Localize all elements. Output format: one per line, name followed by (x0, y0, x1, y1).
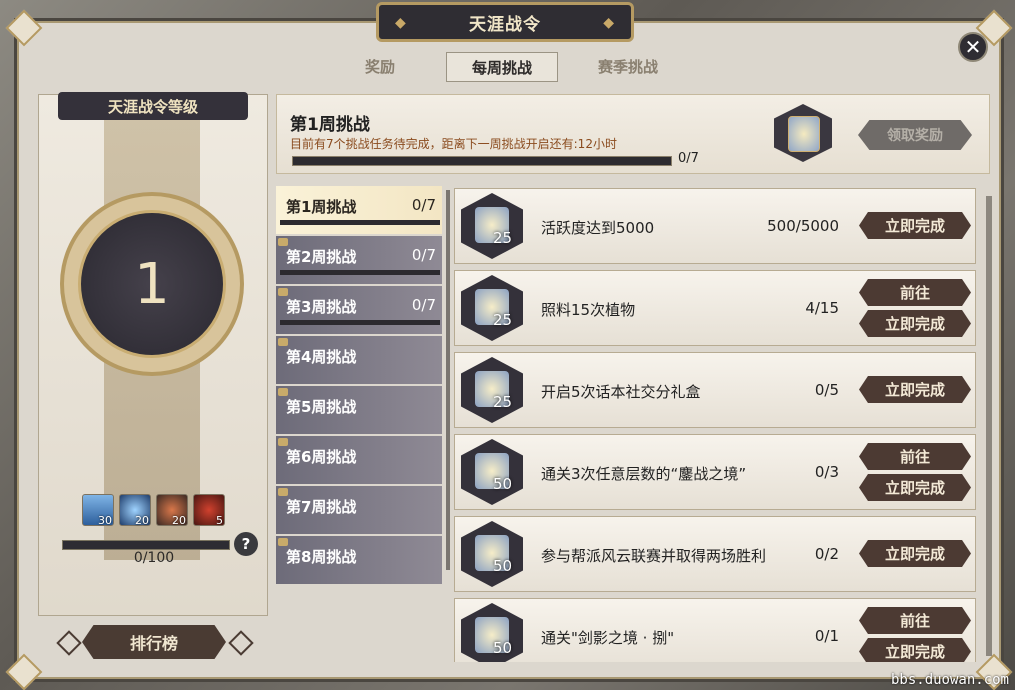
task-name: 参与帮派风云联赛并取得两场胜利 (541, 547, 767, 565)
task-points: 50 (493, 639, 513, 657)
week-summary-title: 第1周挑战 (290, 115, 370, 135)
window-title: ◆ 天涯战令 ◆ (376, 2, 634, 42)
task-points: 50 (493, 475, 513, 493)
close-button[interactable]: ✕ (958, 32, 988, 62)
task-row: 50 参与帮派风云联赛并取得两场胜利 0/2 立即完成 (454, 516, 976, 592)
complete-now-button[interactable]: 立即完成 (859, 212, 971, 239)
task-name: 活跃度达到5000 (541, 219, 655, 237)
close-icon: ✕ (964, 35, 982, 59)
week-progress-bar (280, 320, 440, 325)
task-progress: 0/5 (814, 381, 839, 399)
task-points: 50 (493, 557, 513, 575)
level-progress-text: 0/100 (133, 550, 175, 566)
complete-now-button[interactable]: 立即完成 (859, 474, 971, 501)
tab-season-challenge[interactable]: 赛季挑战 (578, 52, 678, 82)
claim-reward-button[interactable]: 领取奖励 (858, 120, 972, 150)
lock-icon (278, 288, 288, 296)
lock-icon (278, 538, 288, 546)
go-button[interactable]: 前往 (859, 279, 971, 306)
task-name: 照料15次植物 (541, 301, 636, 319)
task-list: 25 活跃度达到5000 500/5000 立即完成 25 照料15次植物 4/… (454, 186, 982, 662)
task-name: 通关3次任意层数的“鏖战之境” (541, 465, 747, 483)
week-progress-bar (292, 156, 672, 166)
lock-icon (278, 438, 288, 446)
task-list-scrollbar[interactable] (986, 196, 992, 656)
task-name: 开启5次话本社交分礼盒 (541, 383, 701, 401)
level-panel-title: 天涯战令等级 (58, 92, 248, 120)
left-ornament-icon: ◆ (395, 15, 407, 31)
complete-now-button[interactable]: 立即完成 (859, 376, 971, 403)
go-button[interactable]: 前往 (859, 607, 971, 634)
level-progress-bar (62, 540, 230, 550)
task-row: 25 开启5次话本社交分礼盒 0/5 立即完成 (454, 352, 976, 428)
food-bowl-icon[interactable]: 20 (156, 494, 188, 527)
week-item-2[interactable]: 第2周挑战 0/7 (276, 236, 442, 284)
week-progress-bar (280, 270, 440, 275)
week-list: 第1周挑战 0/7 第2周挑战 0/7 第3周挑战 0/7 第4周挑战 第5周挑… (276, 186, 442, 590)
week-progress-bar (280, 220, 440, 225)
week-summary-desc: 目前有7个挑战任务待完成，距离下一周挑战开启还有:12小时 (290, 137, 617, 151)
week-progress-text: 0/7 (678, 151, 699, 166)
blue-book-icon[interactable]: 30 (82, 494, 114, 527)
task-progress: 0/2 (814, 545, 839, 563)
task-progress: 0/3 (814, 463, 839, 481)
blue-gem-icon[interactable]: 20 (119, 494, 151, 527)
task-name: 通关"剑影之境 · 捌" (541, 629, 675, 647)
task-row: 25 照料15次植物 4/15 前往 立即完成 (454, 270, 976, 346)
week-item-8[interactable]: 第8周挑战 (276, 536, 442, 584)
week-item-5[interactable]: 第5周挑战 (276, 386, 442, 434)
task-progress: 500/5000 (767, 217, 839, 235)
complete-now-button[interactable]: 立即完成 (859, 310, 971, 337)
task-progress: 4/15 (805, 299, 839, 317)
leaderboard-button[interactable]: 排行榜 (82, 625, 226, 659)
week-item-4[interactable]: 第4周挑战 (276, 336, 442, 384)
week-item-3[interactable]: 第3周挑战 0/7 (276, 286, 442, 334)
go-button[interactable]: 前往 (859, 443, 971, 470)
task-points: 25 (493, 229, 513, 247)
lock-icon (278, 388, 288, 396)
complete-now-button[interactable]: 立即完成 (859, 638, 971, 662)
tab-weekly-challenge[interactable]: 每周挑战 (446, 52, 558, 82)
task-progress: 0/1 (814, 627, 839, 645)
task-points: 25 (493, 393, 513, 411)
lock-icon (278, 488, 288, 496)
week-item-6[interactable]: 第6周挑战 (276, 436, 442, 484)
level-number: 1 (78, 210, 226, 358)
week-item-1[interactable]: 第1周挑战 0/7 (276, 186, 442, 234)
right-ornament-icon: ◆ (603, 15, 615, 31)
task-points: 25 (493, 311, 513, 329)
watermark: bbs.duowan.com (890, 672, 1009, 688)
task-row: 50 通关"剑影之境 · 捌" 0/1 前往 立即完成 (454, 598, 976, 662)
tab-bar: 奖励 每周挑战 赛季挑战 (334, 52, 694, 82)
reward-badge-icon[interactable] (788, 116, 820, 152)
task-row: 50 通关3次任意层数的“鏖战之境” 0/3 前往 立即完成 (454, 434, 976, 510)
lock-icon (278, 238, 288, 246)
lock-icon (278, 338, 288, 346)
complete-now-button[interactable]: 立即完成 (859, 540, 971, 567)
week-item-7[interactable]: 第7周挑战 (276, 486, 442, 534)
tab-rewards[interactable]: 奖励 (334, 52, 426, 82)
red-chest-icon[interactable]: 5 (193, 494, 225, 527)
week-list-scrollbar[interactable] (446, 190, 450, 570)
task-row: 25 活跃度达到5000 500/5000 立即完成 (454, 188, 976, 264)
window-title-text: 天涯战令 (469, 14, 541, 35)
